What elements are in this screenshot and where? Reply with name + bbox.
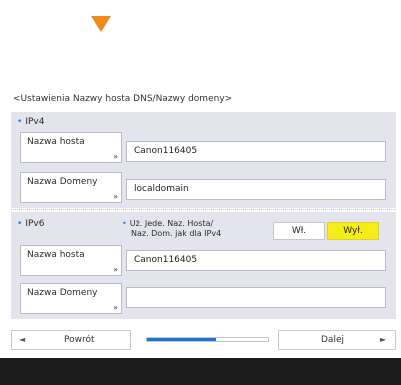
back-button[interactable]: ◄ Powrót xyxy=(11,330,131,350)
ipv6-label-text: IPv6 xyxy=(25,219,45,229)
ipv4-section-label: • IPv4 xyxy=(17,117,44,127)
ipv4-domain-name-button[interactable]: Nazwa Domeny » xyxy=(20,172,122,203)
corner-indicator-icon: » xyxy=(113,303,118,312)
ipv6-domain-name-field[interactable] xyxy=(126,287,386,308)
ipv4-domain-name-field[interactable]: localdomain xyxy=(126,179,386,200)
section-divider xyxy=(11,209,396,210)
toggle-off-button[interactable]: Wył. xyxy=(327,222,379,240)
corner-indicator-icon: » xyxy=(113,192,118,201)
ipv4-host-name-button[interactable]: Nazwa hosta » xyxy=(20,132,122,163)
right-arrow-icon: ► xyxy=(379,335,386,344)
ipv6-domain-name-button[interactable]: Nazwa Domeny » xyxy=(20,283,122,314)
bullet-icon: • xyxy=(122,219,127,228)
ipv6-host-name-button-label: Nazwa hosta xyxy=(27,250,85,260)
next-button-label: Dalej xyxy=(321,335,344,345)
ipv6-domain-name-button-label: Nazwa Domeny xyxy=(27,288,98,298)
progress-fill xyxy=(147,338,216,341)
ipv6-host-name-button[interactable]: Nazwa hosta » xyxy=(20,245,122,276)
bullet-icon: • xyxy=(17,219,23,229)
ipv4-host-name-field[interactable]: Canon116405 xyxy=(126,141,386,162)
ipv6-section-label: • IPv6 xyxy=(17,219,44,229)
status-bar xyxy=(0,358,401,385)
use-ipv4-names-option: • Uż. Jede. Naz. Hosta/ Naz. Dom. jak dla… xyxy=(122,219,221,239)
page-title: <Ustawienia Nazwy hosta DNS/Nazwy domeny… xyxy=(13,94,233,104)
bullet-icon: • xyxy=(17,117,23,127)
use-ipv4-names-line1: Uż. Jede. Naz. Hosta/ xyxy=(129,219,214,228)
back-button-label: Powrót xyxy=(64,335,95,345)
ipv4-host-name-button-label: Nazwa hosta xyxy=(27,137,85,147)
progress-bar xyxy=(146,337,269,342)
ipv4-label-text: IPv4 xyxy=(25,117,45,127)
ipv6-host-name-field[interactable]: Canon116405 xyxy=(126,250,386,271)
corner-indicator-icon: » xyxy=(113,265,118,274)
toggle-on-button[interactable]: Wł. xyxy=(273,222,325,240)
ipv4-domain-name-button-label: Nazwa Domeny xyxy=(27,177,98,187)
corner-indicator-icon: » xyxy=(113,152,118,161)
down-arrow-icon xyxy=(91,16,111,32)
next-button[interactable]: Dalej ► xyxy=(278,330,396,350)
use-ipv4-names-line2: Naz. Dom. jak dla IPv4 xyxy=(131,229,222,238)
left-arrow-icon: ◄ xyxy=(19,335,26,344)
